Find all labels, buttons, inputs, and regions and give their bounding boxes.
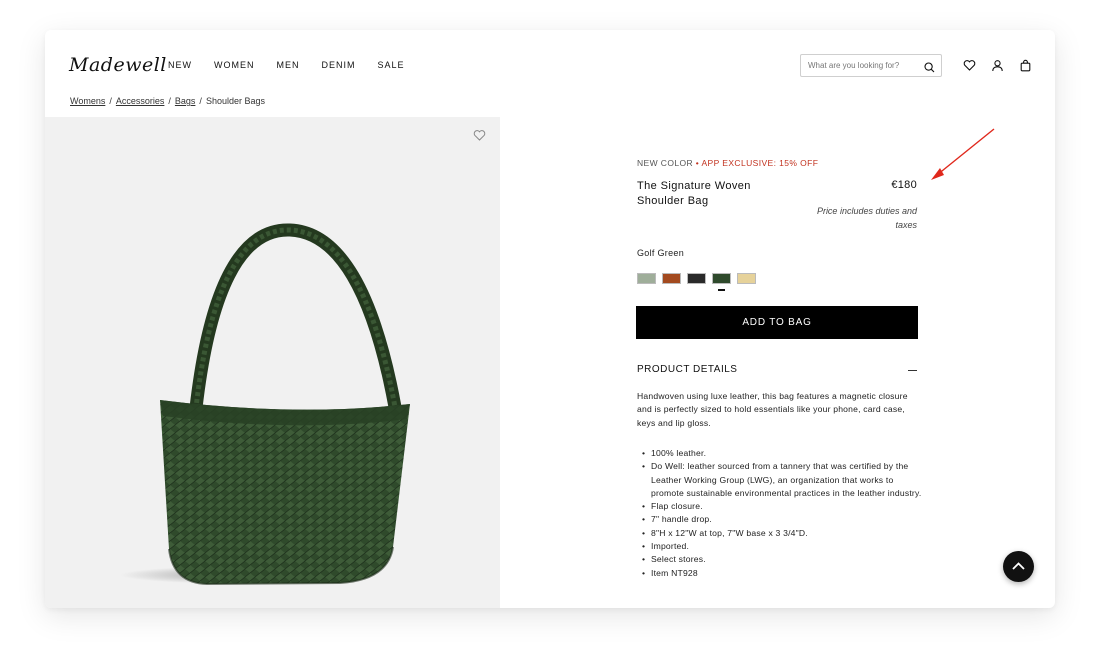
product-image-panel[interactable] (45, 117, 500, 608)
breadcrumb-womens[interactable]: Womens (70, 96, 105, 106)
product-description: Handwoven using luxe leather, this bag f… (637, 391, 908, 428)
new-color-label: NEW COLOR (637, 158, 694, 168)
product-details-heading: PRODUCT DETAILS (637, 364, 738, 375)
product-details-list: 100% leather. Do Well: leather sourced f… (637, 447, 922, 580)
search-icon[interactable] (924, 60, 935, 78)
nav-denim[interactable]: DENIM (322, 60, 356, 70)
breadcrumb-bags[interactable]: Bags (175, 96, 196, 106)
nav-women[interactable]: WOMEN (214, 60, 255, 70)
list-item: Item NT928 (637, 567, 922, 581)
swatch-cognac[interactable] (662, 273, 681, 284)
swatch-sage[interactable] (637, 273, 656, 284)
swatch-black[interactable] (687, 273, 706, 284)
breadcrumb-accessories[interactable]: Accessories (116, 96, 165, 106)
swatch-golf-green[interactable] (712, 273, 731, 291)
list-item: 100% leather. (637, 447, 922, 461)
product-title: The Signature Woven Shoulder Bag (637, 180, 751, 207)
swatch-natural[interactable] (737, 273, 756, 284)
nav-sale[interactable]: SALE (378, 60, 405, 70)
product-details-toggle[interactable]: PRODUCT DETAILS (637, 364, 917, 375)
nav-men[interactable]: MEN (277, 60, 300, 70)
back-to-top-button[interactable] (1003, 551, 1034, 582)
list-item: Do Well: leather sourced from a tannery … (637, 460, 922, 500)
search-box (800, 54, 942, 77)
duties-note: Price includes duties and taxes (816, 206, 917, 230)
list-item: Imported. (637, 540, 922, 554)
list-item: Flap closure. (637, 500, 922, 514)
color-swatches (637, 273, 756, 291)
collapse-minus-icon (908, 370, 917, 371)
breadcrumb: Womens / Accessories / Bags / Shoulder Bags (70, 96, 265, 106)
search-input[interactable] (801, 61, 916, 70)
product-price: €180 (891, 179, 917, 191)
app-exclusive-label: APP EXCLUSIVE: 15% OFF (701, 158, 819, 168)
list-item: 8"H x 12"W at top, 7"W base x 3 3/4"D. (637, 527, 922, 541)
chevron-up-icon (1012, 562, 1025, 570)
madewell-logo[interactable]: Madewell (69, 54, 167, 76)
bag-icon[interactable] (1019, 59, 1032, 72)
list-item: 7" handle drop. (637, 513, 922, 527)
promo-line: NEW COLOR • APP EXCLUSIVE: 15% OFF (637, 158, 819, 168)
wishlist-heart-icon[interactable] (473, 129, 486, 147)
main-nav: NEW WOMEN MEN DENIM SALE (168, 60, 427, 70)
header-icons (963, 59, 1032, 72)
heart-icon[interactable] (963, 59, 976, 72)
product-image (120, 223, 410, 586)
selected-color-name: Golf Green (637, 248, 685, 258)
breadcrumb-current: Shoulder Bags (205, 96, 265, 106)
product-page: Madewell NEW WOMEN MEN DENIM SALE Womens… (45, 30, 1055, 608)
add-to-bag-button[interactable]: ADD TO BAG (636, 306, 918, 339)
list-item: Select stores. (637, 553, 922, 567)
nav-new[interactable]: NEW (168, 60, 192, 70)
account-icon[interactable] (991, 59, 1004, 72)
